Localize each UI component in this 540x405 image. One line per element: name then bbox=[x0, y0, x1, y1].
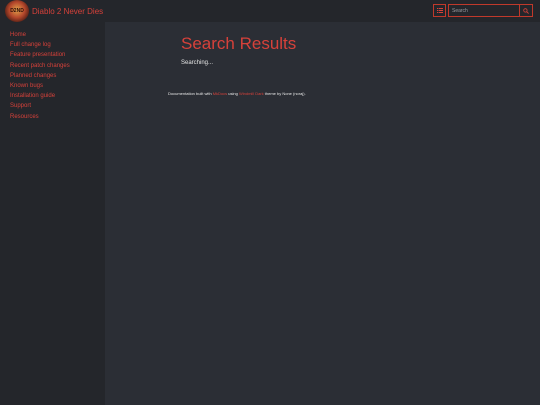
site-title: Diablo 2 Never Dies bbox=[32, 6, 104, 16]
mkdocs-link[interactable]: MkDocs bbox=[213, 91, 227, 96]
navigation-menu-button[interactable] bbox=[433, 4, 446, 17]
top-navbar: D2ND Diablo 2 Never Dies bbox=[0, 0, 540, 22]
brand-link[interactable]: D2ND Diablo 2 Never Dies bbox=[0, 0, 103, 22]
site-logo: D2ND bbox=[5, 0, 29, 22]
main-content: Search Results Searching... Documentatio… bbox=[105, 22, 540, 405]
list-icon bbox=[436, 8, 443, 13]
magnifier-icon bbox=[523, 7, 529, 14]
sidebar-item-feature-presentation[interactable]: Feature presentation bbox=[10, 50, 105, 60]
sidebar-item-support[interactable]: Support bbox=[10, 101, 105, 111]
sidebar-item-known-bugs[interactable]: Known bugs bbox=[10, 81, 105, 91]
page-title: Search Results bbox=[181, 34, 297, 53]
sidebar-item-full-change-log[interactable]: Full change log bbox=[10, 40, 105, 50]
sidebar: Home Full change log Feature presentatio… bbox=[0, 22, 105, 405]
sidebar-item-home[interactable]: Home bbox=[10, 30, 105, 40]
logo-text: D2ND bbox=[10, 8, 24, 14]
theme-link[interactable]: Windmill Dark bbox=[239, 91, 264, 96]
search-button[interactable] bbox=[520, 4, 533, 17]
sidebar-item-recent-patch-changes[interactable]: Recent patch changes bbox=[10, 61, 105, 71]
search-bar bbox=[433, 4, 533, 17]
sidebar-item-resources[interactable]: Resources bbox=[10, 112, 105, 122]
page-footer: Documentation built with MkDocs using Wi… bbox=[168, 91, 306, 96]
footer-suffix: theme by None (noraj). bbox=[264, 91, 306, 96]
search-input[interactable] bbox=[448, 4, 520, 17]
footer-mid: using bbox=[228, 91, 238, 96]
sidebar-nav: Home Full change log Feature presentatio… bbox=[0, 22, 105, 122]
sidebar-item-planned-changes[interactable]: Planned changes bbox=[10, 71, 105, 81]
sidebar-item-installation-guide[interactable]: Installation guide bbox=[10, 91, 105, 101]
search-status: Searching... bbox=[181, 60, 214, 66]
footer-prefix: Documentation built with bbox=[168, 91, 212, 96]
